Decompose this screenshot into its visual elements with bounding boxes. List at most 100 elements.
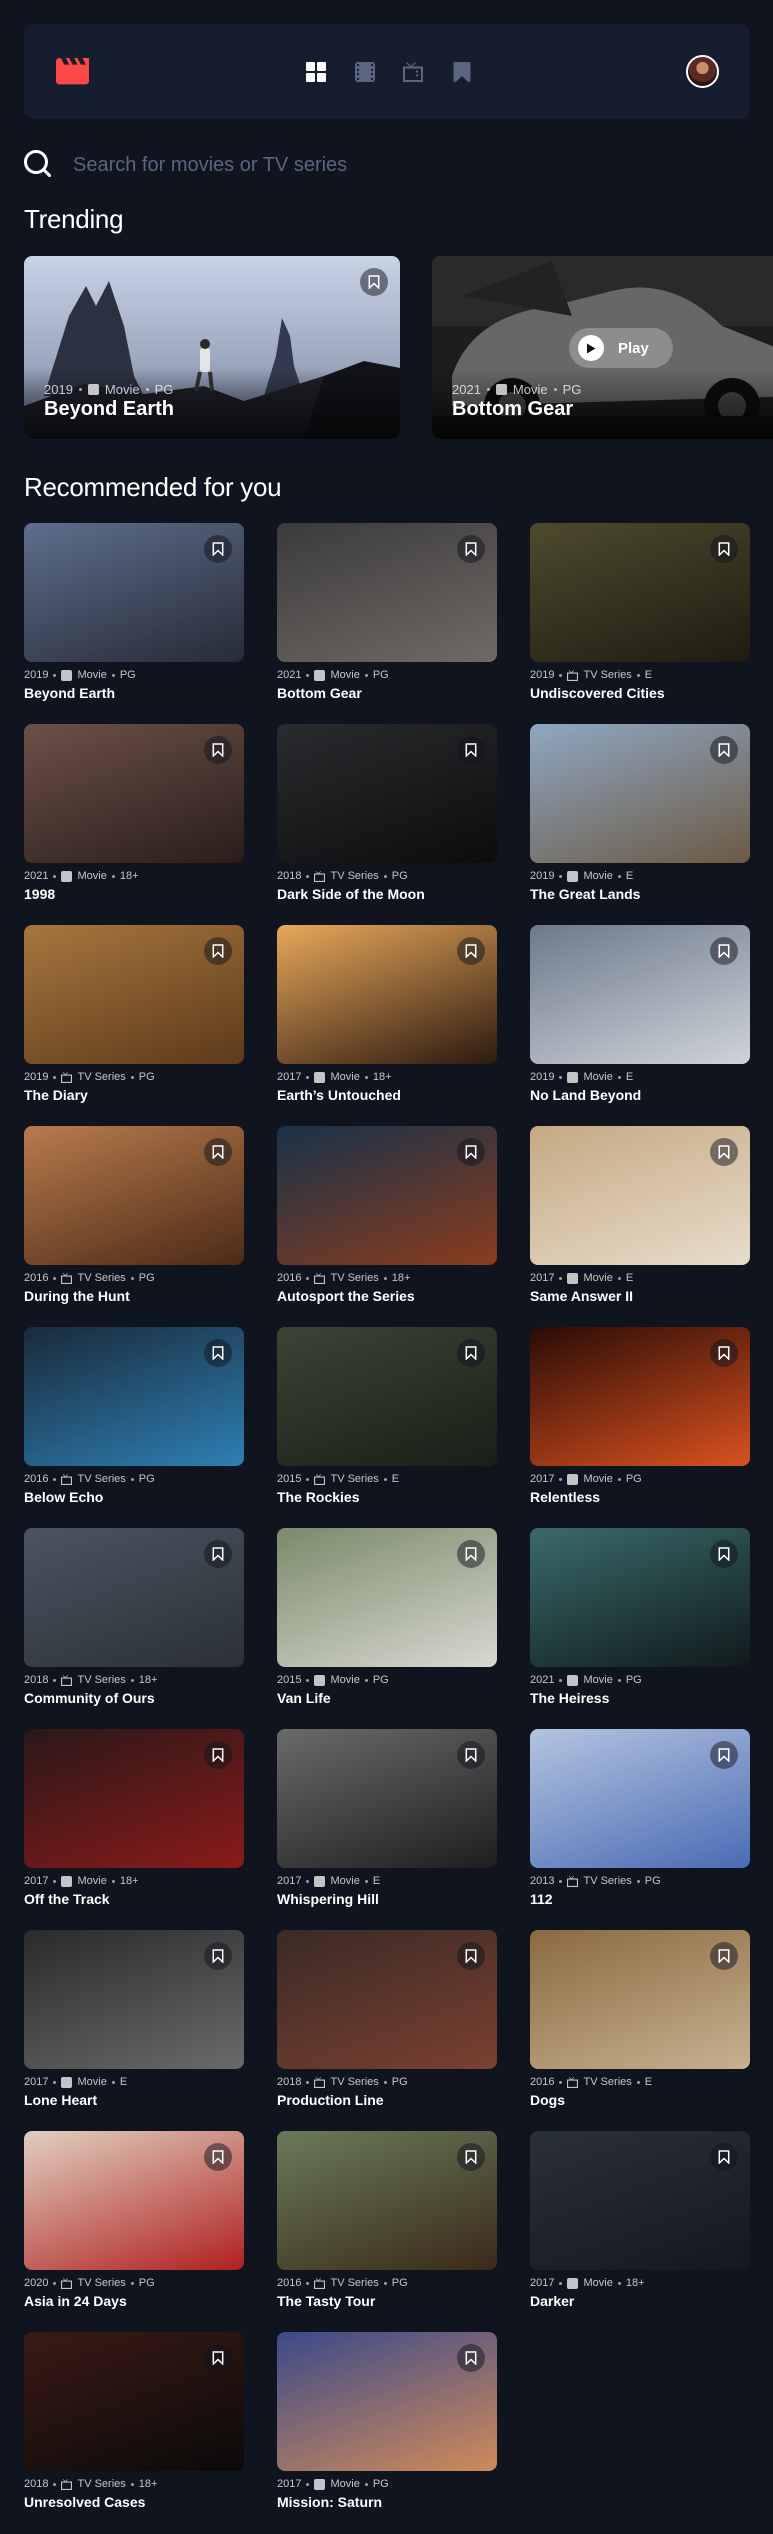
bookmark-icon[interactable]: [452, 62, 472, 82]
media-card[interactable]: 2013 TV Series PG 112: [530, 1729, 750, 1921]
media-rating: 18+: [138, 1674, 158, 1686]
media-rating: E: [119, 2076, 128, 2088]
media-card[interactable]: 2020 TV Series PG Asia in 24 Days: [24, 2131, 244, 2323]
media-meta: 2017 Movie PG: [530, 1473, 642, 1485]
bookmark-button[interactable]: [457, 1540, 485, 1568]
bookmark-button[interactable]: [710, 736, 738, 764]
bookmark-button[interactable]: [204, 937, 232, 965]
bookmark-button[interactable]: [710, 1741, 738, 1769]
media-meta: 2015 Movie PG: [277, 1674, 389, 1686]
bookmark-button[interactable]: [457, 1138, 485, 1166]
bookmark-button[interactable]: [204, 1741, 232, 1769]
media-title: The Tasty Tour: [277, 2293, 376, 2309]
media-card[interactable]: 2016 TV Series E Dogs: [530, 1930, 750, 2122]
bookmark-button[interactable]: [710, 535, 738, 563]
media-title: Unresolved Cases: [24, 2494, 146, 2510]
bookmark-button[interactable]: [204, 1138, 232, 1166]
media-card[interactable]: 2016 TV Series PG During the Hunt: [24, 1126, 244, 1318]
media-card[interactable]: 2018 TV Series PG Dark Side of the Moon: [277, 724, 497, 916]
search-input[interactable]: [73, 146, 723, 184]
media-title: Production Line: [277, 2092, 384, 2108]
media-card[interactable]: 2021 Movie 18+ 1998: [24, 724, 244, 916]
bookmark-empty-icon: [212, 1145, 224, 1159]
media-card[interactable]: 2019 TV Series PG The Diary: [24, 925, 244, 1117]
bookmark-button[interactable]: [457, 736, 485, 764]
media-category: Movie: [330, 2478, 360, 2490]
media-card[interactable]: 2017 Movie E Same Answer II: [530, 1126, 750, 1318]
media-card[interactable]: 2019 Movie PG Beyond Earth: [24, 523, 244, 715]
media-card[interactable]: 2021 Movie PG Bottom Gear: [277, 523, 497, 715]
media-card[interactable]: 2017 Movie 18+ Darker: [530, 2131, 750, 2323]
trending-rating: PG: [154, 382, 174, 397]
bookmark-empty-icon: [718, 2150, 730, 2164]
bookmark-button[interactable]: [710, 1138, 738, 1166]
tv-series-category-icon: [314, 870, 326, 882]
trending-heading: Trending: [24, 204, 124, 234]
media-meta: 2017 Movie E: [24, 2076, 127, 2088]
user-avatar[interactable]: [686, 55, 719, 88]
media-title: 1998: [24, 886, 56, 902]
bookmark-button[interactable]: [457, 1942, 485, 1970]
media-card[interactable]: 2017 Movie PG Mission: Saturn: [277, 2332, 497, 2524]
bookmark-button[interactable]: [204, 1540, 232, 1568]
media-rating: PG: [644, 1875, 661, 1887]
media-card[interactable]: 2017 Movie 18+ Off the Track: [24, 1729, 244, 1921]
film-clapper-icon[interactable]: [56, 58, 89, 85]
bookmark-button[interactable]: [710, 1942, 738, 1970]
bookmark-button[interactable]: [360, 268, 388, 296]
media-card[interactable]: 2019 Movie E No Land Beyond: [530, 925, 750, 1117]
bookmark-button[interactable]: [204, 2143, 232, 2171]
play-button[interactable]: Play: [569, 328, 673, 368]
grid-icon[interactable]: [306, 62, 326, 82]
tv-series-category-icon: [61, 2277, 73, 2289]
media-year: 2015: [277, 1473, 302, 1485]
bookmark-button[interactable]: [457, 2143, 485, 2171]
bookmark-button[interactable]: [204, 736, 232, 764]
bookmark-button[interactable]: [710, 1540, 738, 1568]
tv-icon[interactable]: [403, 62, 423, 82]
bookmark-button[interactable]: [457, 1339, 485, 1367]
bookmark-button[interactable]: [204, 1942, 232, 1970]
media-card[interactable]: 2019 TV Series E Undiscovered Cities: [530, 523, 750, 715]
media-rating: 18+: [391, 1272, 411, 1284]
media-category: Movie: [583, 870, 613, 882]
media-card[interactable]: 2015 TV Series E The Rockies: [277, 1327, 497, 1519]
media-category: TV Series: [330, 1473, 379, 1485]
film-icon[interactable]: [355, 62, 375, 82]
trending-card[interactable]: Play 2021 Movie PG Bottom Gear: [432, 256, 773, 439]
media-year: 2019: [530, 870, 555, 882]
bookmark-button[interactable]: [204, 2344, 232, 2372]
bookmark-button[interactable]: [457, 535, 485, 563]
media-card[interactable]: 2016 TV Series PG The Tasty Tour: [277, 2131, 497, 2323]
media-card[interactable]: 2017 Movie E Lone Heart: [24, 1930, 244, 2122]
media-card[interactable]: 2017 Movie 18+ Earth’s Untouched: [277, 925, 497, 1117]
media-card[interactable]: 2015 Movie PG Van Life: [277, 1528, 497, 1720]
tv-series-category-icon: [567, 2076, 579, 2088]
bookmark-button[interactable]: [710, 937, 738, 965]
movie-category-icon: [61, 669, 73, 681]
bookmark-button[interactable]: [457, 937, 485, 965]
media-card[interactable]: 2017 Movie PG Relentless: [530, 1327, 750, 1519]
media-card[interactable]: 2018 TV Series PG Production Line: [277, 1930, 497, 2122]
media-year: 2019: [530, 669, 555, 681]
media-card[interactable]: 2019 Movie E The Great Lands: [530, 724, 750, 916]
media-card[interactable]: 2018 TV Series 18+ Unresolved Cases: [24, 2332, 244, 2524]
media-card[interactable]: 2017 Movie E Whispering Hill: [277, 1729, 497, 1921]
bookmark-empty-icon: [212, 2351, 224, 2365]
tv-series-category-icon: [314, 1272, 326, 1284]
media-card[interactable]: 2016 TV Series PG Below Echo: [24, 1327, 244, 1519]
media-rating: E: [625, 870, 634, 882]
bookmark-button[interactable]: [457, 1741, 485, 1769]
media-card[interactable]: 2021 Movie PG The Heiress: [530, 1528, 750, 1720]
media-card[interactable]: 2016 TV Series 18+ Autosport the Series: [277, 1126, 497, 1318]
trending-card[interactable]: 2019 Movie PG Beyond Earth: [24, 256, 400, 439]
bookmark-button[interactable]: [204, 1339, 232, 1367]
bookmark-button[interactable]: [457, 2344, 485, 2372]
media-card[interactable]: 2018 TV Series 18+ Community of Ours: [24, 1528, 244, 1720]
movie-category-icon: [314, 669, 326, 681]
bookmark-button[interactable]: [204, 535, 232, 563]
bookmark-button[interactable]: [710, 1339, 738, 1367]
media-meta: 2017 Movie 18+: [277, 1071, 392, 1083]
bookmark-empty-icon: [465, 542, 477, 556]
bookmark-button[interactable]: [710, 2143, 738, 2171]
